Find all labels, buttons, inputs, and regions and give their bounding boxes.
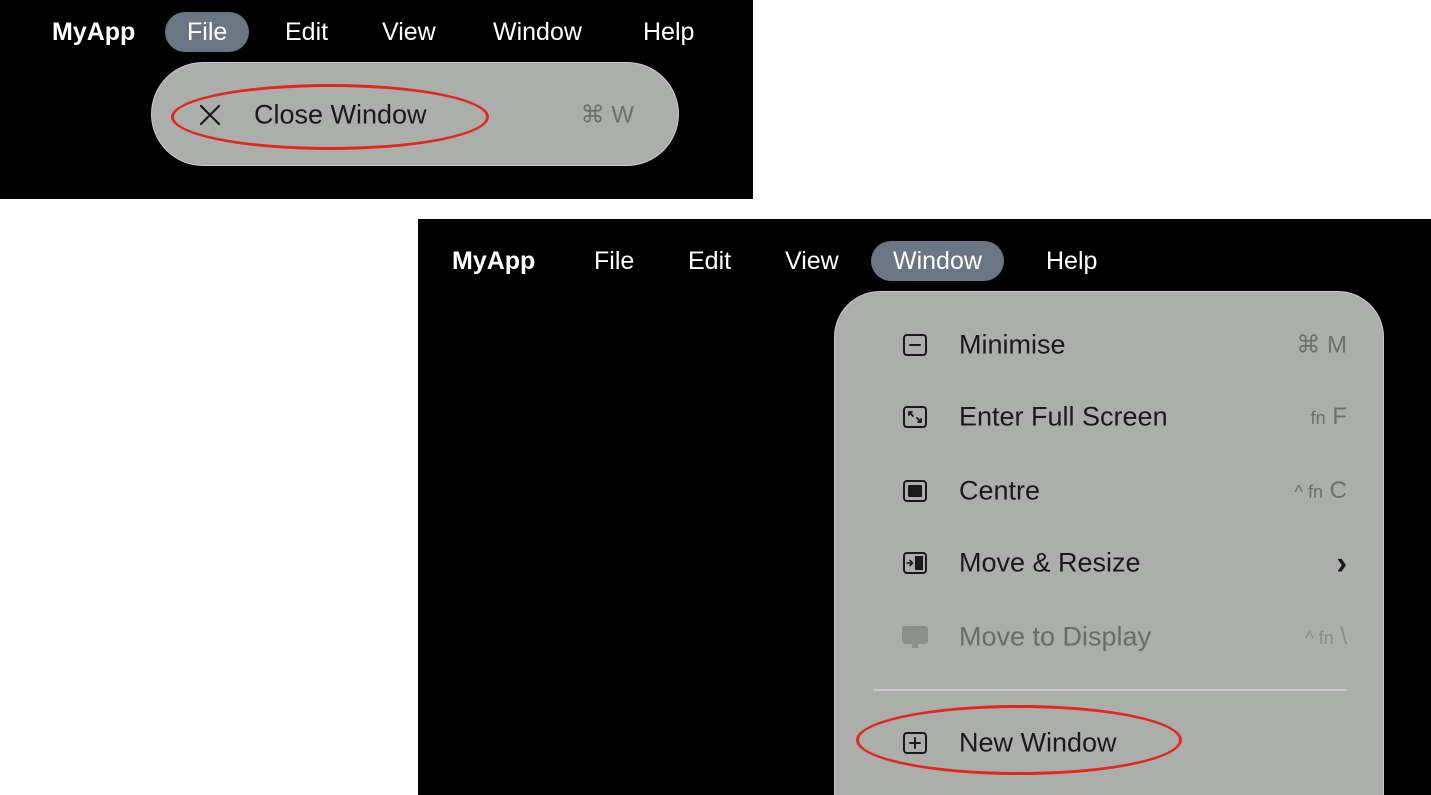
display-icon [902,626,928,648]
minimise-label: Minimise [959,329,1066,360]
menu-item-minimise[interactable]: Minimise ⌘ M [835,315,1383,375]
full-screen-icon [903,406,927,428]
menu-item-move-resize[interactable]: Move & Resize › [835,533,1383,593]
centre-shortcut: ^ fn C [1295,477,1347,505]
move-to-display-label: Move to Display [959,621,1152,652]
menu-app-name[interactable]: MyApp [52,12,135,52]
menu-file[interactable]: File [572,241,656,281]
menu-view[interactable]: View [360,12,458,52]
shortcut-key: F [1332,403,1347,430]
shortcut-key: \ [1340,623,1347,650]
menu-help[interactable]: Help [621,12,716,52]
menu-window[interactable]: Window [871,241,1004,281]
menu-bar: MyApp File Edit View Window Help [0,0,753,60]
menu-view[interactable]: View [763,241,861,281]
menu-edit[interactable]: Edit [263,12,350,52]
shortcut-modifier: ^ fn [1305,628,1334,648]
enter-full-screen-shortcut: fn F [1311,403,1347,431]
window-menu-dropdown: Minimise ⌘ M Enter Full Screen fn F Cent… [834,291,1384,795]
menu-edit[interactable]: Edit [666,241,753,281]
centre-label: Centre [959,475,1041,506]
menu-item-close-window[interactable]: Close Window ⌘ W [152,85,678,145]
file-menu-dropdown: Close Window ⌘ W [151,62,679,166]
shortcut-modifier: ^ fn [1294,482,1323,502]
move-resize-label: Move & Resize [959,547,1141,578]
new-window-label: New Window [959,727,1117,758]
menu-item-centre[interactable]: Centre ^ fn C [835,461,1383,521]
menu-file[interactable]: File [165,12,250,52]
shortcut-modifier: fn [1310,408,1326,428]
top-screenshot-panel: MyApp File Edit View Window Help Close W… [0,0,753,199]
menu-app-name[interactable]: MyApp [452,241,535,281]
menu-separator [873,689,1347,691]
menu-window[interactable]: Window [471,12,604,52]
close-icon [199,104,221,126]
minimise-shortcut: ⌘ M [1296,331,1347,359]
move-to-display-shortcut: ^ fn \ [1305,623,1347,651]
bottom-screenshot-panel: MyApp File Edit View Window Help Minimis… [418,219,1431,795]
plus-icon [903,732,927,754]
enter-full-screen-label: Enter Full Screen [959,401,1168,432]
centre-icon [903,480,927,502]
shortcut-key: C [1329,477,1347,504]
move-resize-icon [903,552,927,574]
chevron-right-icon: › [1336,544,1347,581]
close-window-label: Close Window [254,99,427,130]
minimise-icon [903,334,927,356]
menu-item-move-to-display[interactable]: Move to Display ^ fn \ [835,607,1383,667]
menu-item-new-window[interactable]: New Window [835,713,1383,773]
menu-item-enter-full-screen[interactable]: Enter Full Screen fn F [835,387,1383,447]
menu-bar: MyApp File Edit View Window Help [418,219,1431,281]
menu-help[interactable]: Help [1024,241,1119,281]
close-window-shortcut: ⌘ W [580,101,634,129]
